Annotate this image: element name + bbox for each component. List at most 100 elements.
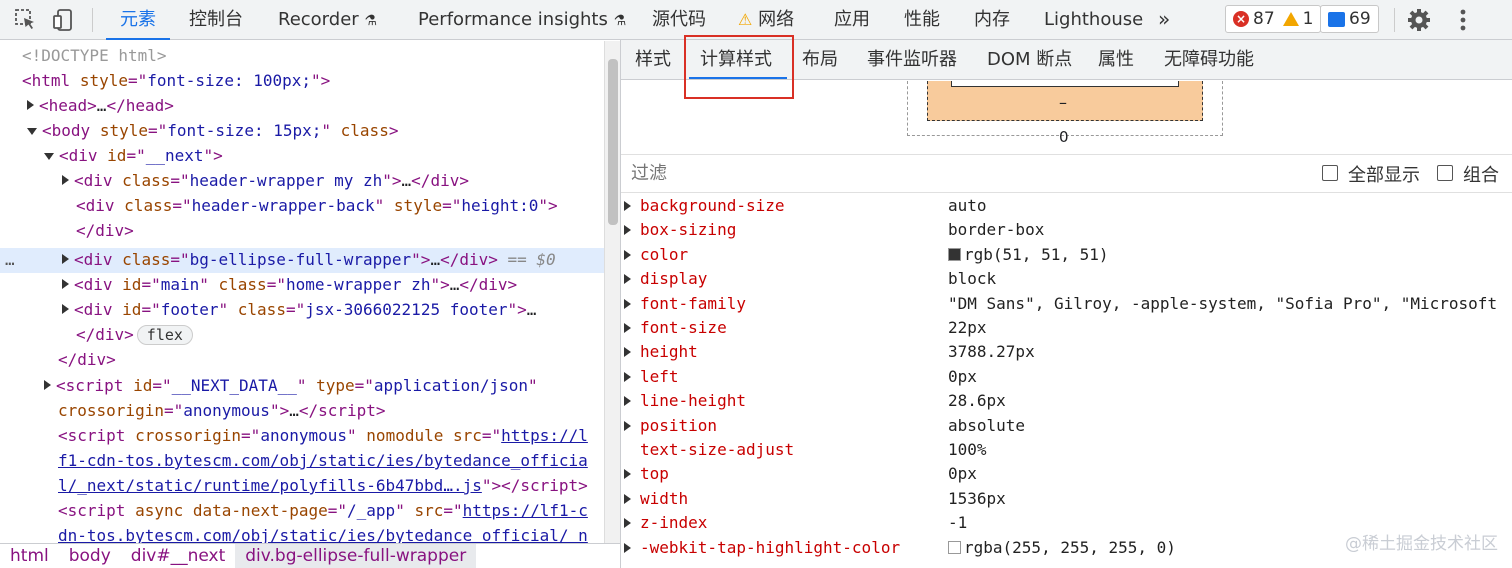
tab-layout[interactable]: 布局 [802, 40, 838, 80]
tab-properties[interactable]: 属性 [1098, 40, 1134, 80]
dom-node-next[interactable]: <div id="__next"> [0, 144, 604, 169]
property-value: block [948, 267, 996, 291]
expand-arrow-icon[interactable] [62, 279, 69, 289]
tab-elements[interactable]: 元素 [106, 0, 170, 40]
computed-property-row[interactable]: background-size auto [621, 194, 1512, 218]
computed-property-row[interactable]: width 1536px [621, 487, 1512, 511]
dom-node-close-div[interactable]: </div> [0, 348, 604, 373]
expand-arrow-icon[interactable] [624, 274, 631, 285]
computed-property-row[interactable]: box-sizing border-box [621, 218, 1512, 242]
dom-node-html[interactable]: <html style="font-size: 100px;"> [0, 69, 604, 94]
property-value: 1536px [948, 487, 1006, 511]
flex-badge[interactable]: flex [136, 325, 193, 345]
computed-property-row[interactable]: position absolute [621, 414, 1512, 438]
expand-arrow-icon[interactable] [624, 371, 631, 382]
scrollbar-thumb[interactable] [608, 59, 618, 225]
property-name: left [640, 366, 679, 386]
expand-arrow-icon[interactable] [44, 380, 51, 390]
tab-network[interactable]: ⚠ 网络 [738, 0, 794, 40]
computed-property-row[interactable]: height 3788.27px [621, 340, 1512, 364]
dom-node-header-wrapper-back[interactable]: <div class="header-wrapper-back" style="… [0, 194, 604, 219]
expand-arrow-icon[interactable] [624, 249, 631, 260]
expand-arrow-icon[interactable] [624, 420, 631, 431]
computed-property-row[interactable]: font-family "DM Sans", Gilroy, -apple-sys… [621, 292, 1512, 316]
dom-node-main[interactable]: <div id="main" class="home-wrapper zh">…… [0, 273, 604, 298]
property-value-text: -1 [948, 513, 968, 533]
box-model-padding-value[interactable]: – [1059, 93, 1067, 112]
tab-console[interactable]: 控制台 [189, 0, 243, 40]
computed-property-row[interactable]: line-height 28.6px [621, 389, 1512, 413]
messages-counter[interactable]: 69 [1320, 5, 1379, 33]
group-label: 组合 [1463, 165, 1499, 186]
dom-node-close-div[interactable]: </div> [0, 219, 604, 244]
expand-arrow-icon[interactable] [624, 201, 631, 211]
expand-arrow-icon[interactable] [624, 469, 631, 480]
expand-arrow-icon[interactable] [624, 518, 631, 529]
expand-arrow-icon[interactable] [624, 347, 631, 358]
issues-counter[interactable]: × 87 1 [1225, 5, 1322, 33]
tab-memory[interactable]: 内存 [974, 0, 1010, 40]
dom-node-polyfill-script[interactable]: <script crossorigin="anonymous" nomodule… [0, 424, 604, 449]
dom-scrollbar[interactable] [604, 41, 620, 543]
breadcrumb-div-next[interactable]: div#__next [121, 544, 235, 568]
device-toggle-icon[interactable] [50, 6, 78, 34]
dom-node-header-wrapper[interactable]: <div class="header-wrapper my zh">…</div… [0, 169, 604, 194]
tab-dom-breakpoints[interactable]: DOM 断点 [987, 40, 1072, 80]
warning-icon: ⚠ [738, 10, 753, 29]
collapse-arrow-icon[interactable] [44, 153, 54, 160]
expand-arrow-icon[interactable] [62, 304, 69, 314]
tab-recorder[interactable]: Recorder ⚗ [278, 0, 377, 40]
dom-node-head[interactable]: <head>…</head> [0, 94, 604, 119]
expand-arrow-icon[interactable] [624, 323, 631, 333]
tab-recorder-label: Recorder [278, 9, 359, 30]
node-actions-icon[interactable]: … [5, 248, 15, 273]
color-swatch-icon[interactable] [948, 540, 961, 554]
tab-application[interactable]: 应用 [834, 0, 870, 40]
expand-arrow-icon[interactable] [624, 493, 631, 504]
computed-property-row[interactable]: top 0px [621, 462, 1512, 486]
color-swatch-icon[interactable] [948, 247, 961, 261]
collapse-arrow-icon[interactable] [27, 128, 37, 135]
property-value: border-box [948, 218, 1044, 242]
show-all-checkbox[interactable] [1322, 165, 1338, 181]
computed-property-row[interactable]: font-size 22px [621, 316, 1512, 340]
more-options-icon[interactable] [1449, 6, 1477, 34]
property-value: 100% [948, 438, 987, 462]
property-value-text: 22px [948, 318, 987, 337]
computed-property-row[interactable]: left 0px [621, 365, 1512, 389]
expand-arrow-icon[interactable] [624, 298, 631, 309]
expand-arrow-icon[interactable] [624, 225, 631, 236]
dom-node-selected[interactable]: … <div class="bg-ellipse-full-wrapper">…<… [0, 248, 604, 273]
tab-performance-insights[interactable]: Performance insights ⚗ [418, 0, 626, 40]
more-tabs-button[interactable]: » [1158, 0, 1170, 40]
tab-lighthouse[interactable]: Lighthouse [1044, 0, 1143, 40]
box-model-margin-value[interactable]: 0 [1059, 128, 1069, 146]
expand-arrow-icon[interactable] [624, 542, 631, 553]
expand-arrow-icon[interactable] [27, 100, 34, 110]
breadcrumb-body[interactable]: body [59, 544, 121, 568]
group-checkbox[interactable] [1437, 165, 1453, 181]
dom-node-app-script[interactable]: <script async data-next-page="/_app" src… [0, 499, 604, 524]
tab-accessibility[interactable]: 无障碍功能 [1164, 40, 1254, 80]
computed-property-row[interactable]: color rgb(51, 51, 51) [621, 243, 1512, 267]
dom-node-next-data-script[interactable]: <script id="__NEXT_DATA__" type="applica… [0, 374, 604, 399]
expand-arrow-icon[interactable] [624, 396, 631, 407]
dom-tree: <!DOCTYPE html> <html style="font-size: … [0, 41, 604, 543]
computed-property-row[interactable]: display block [621, 267, 1512, 291]
tab-sources[interactable]: 源代码 [652, 0, 706, 40]
filter-input[interactable] [631, 163, 931, 184]
breadcrumb-html[interactable]: html [0, 544, 59, 568]
expand-arrow-icon[interactable] [62, 254, 69, 264]
dom-node-footer[interactable]: <div id="footer" class="jsx-3066022125 f… [0, 298, 604, 323]
dom-node-body[interactable]: <body style="font-size: 15px;" class> [0, 119, 604, 144]
dom-node-close-div[interactable]: </div> flex [0, 323, 604, 348]
computed-property-row[interactable]: text-size-adjust 100% [621, 438, 1512, 462]
tab-event-listeners[interactable]: 事件监听器 [867, 40, 957, 80]
tab-styles[interactable]: 样式 [635, 40, 671, 80]
tab-performance[interactable]: 性能 [904, 0, 940, 40]
expand-arrow-icon[interactable] [62, 175, 69, 185]
dom-node-doctype[interactable]: <!DOCTYPE html> [0, 44, 604, 69]
gear-icon[interactable] [1405, 6, 1433, 34]
breadcrumb-selected[interactable]: div.bg-ellipse-full-wrapper [235, 544, 477, 568]
inspect-element-icon[interactable] [12, 6, 40, 34]
